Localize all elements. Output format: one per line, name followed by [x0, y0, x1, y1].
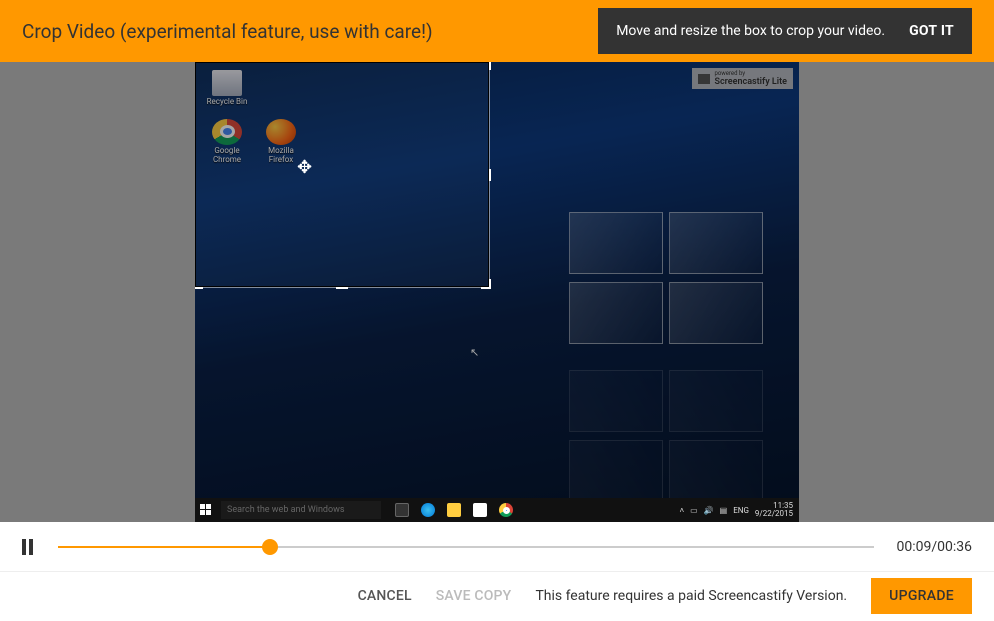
windows-logo-reflection-icon	[569, 362, 769, 502]
cancel-button[interactable]: CANCEL	[358, 588, 412, 604]
tray-chevron-icon: ˄	[679, 506, 684, 515]
taskbar: Search the web and Windows ˄ ▭ 🔊 ▤ ENG 1…	[195, 498, 799, 522]
upgrade-button[interactable]: UPGRADE	[871, 578, 972, 614]
got-it-button[interactable]: GOT IT	[909, 23, 954, 39]
taskbar-search: Search the web and Windows	[221, 501, 381, 519]
tooltip-card: Move and resize the box to crop your vid…	[598, 8, 972, 54]
store-icon	[473, 503, 487, 517]
tooltip-text: Move and resize the box to crop your vid…	[616, 23, 885, 39]
watermark-line2: Screencastify Lite	[714, 77, 787, 87]
tray-date: 9/22/2015	[755, 510, 793, 518]
crop-banner: Crop Video (experimental feature, use wi…	[0, 0, 994, 62]
crop-handle-right[interactable]	[489, 169, 491, 181]
system-tray: ˄ ▭ 🔊 ▤ ENG 11:35 9/22/2015	[679, 502, 799, 518]
crop-handle-top-right[interactable]	[489, 62, 491, 70]
tray-network-icon: ▭	[690, 506, 698, 515]
crop-handle-bottom[interactable]	[336, 287, 348, 289]
edge-icon	[421, 503, 435, 517]
crop-selection-box[interactable]: ✥	[195, 62, 489, 287]
upgrade-message: This feature requires a paid Screencasti…	[535, 588, 847, 604]
watermark: powered by Screencastify Lite	[692, 68, 793, 89]
video-frame[interactable]: ↖ Recycle Bin Google Chrome Mozilla Fire…	[195, 62, 799, 522]
film-icon	[698, 74, 710, 84]
start-button-icon	[195, 498, 217, 522]
taskview-icon	[395, 503, 409, 517]
current-time: 00:09	[896, 539, 931, 555]
pause-icon	[29, 539, 33, 555]
save-copy-button: SAVE COPY	[436, 588, 512, 604]
pause-button[interactable]	[22, 539, 36, 555]
windows-logo-icon	[569, 212, 769, 352]
explorer-icon	[447, 503, 461, 517]
tray-lang: ENG	[733, 506, 749, 515]
move-cursor-icon: ✥	[297, 157, 312, 178]
total-time: 00:36	[937, 539, 972, 555]
cursor-pointer-icon: ↖	[470, 346, 479, 359]
video-area: ↖ Recycle Bin Google Chrome Mozilla Fire…	[0, 62, 994, 522]
crop-handle-bottom-right[interactable]	[489, 279, 491, 289]
time-display: 00:09/00:36	[896, 539, 972, 555]
search-placeholder: Search the web and Windows	[227, 505, 345, 515]
footer-actions: CANCEL SAVE COPY This feature requires a…	[0, 572, 994, 620]
player-controls: 00:09/00:36	[0, 522, 994, 572]
timeline[interactable]	[58, 535, 874, 559]
timeline-thumb[interactable]	[262, 539, 278, 555]
chrome-taskbar-icon	[499, 503, 513, 517]
timeline-fill	[58, 546, 270, 548]
pause-icon	[22, 539, 26, 555]
taskbar-app-icons	[385, 503, 523, 517]
watermark-line1: powered by	[714, 70, 787, 77]
tray-notify-icon: ▤	[720, 506, 728, 515]
banner-title: Crop Video (experimental feature, use wi…	[22, 20, 433, 43]
tray-sound-icon: 🔊	[704, 506, 714, 515]
